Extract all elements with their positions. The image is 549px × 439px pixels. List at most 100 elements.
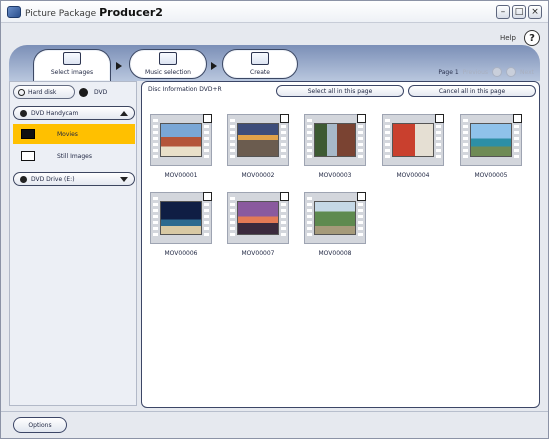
thumbnail-checkbox[interactable] (203, 192, 212, 201)
dvd-handycam-dropdown[interactable]: DVD Handycam (13, 106, 135, 120)
dvd-icon (79, 87, 88, 97)
movie-icon (21, 129, 35, 139)
disc-icon (20, 109, 27, 117)
film-perforation (153, 119, 158, 161)
thumbnail-label: MOV00005 (474, 172, 508, 179)
tab-label: Music selection (145, 69, 191, 76)
caret-up-icon (120, 111, 128, 116)
thumbnail-item[interactable] (150, 114, 212, 166)
step-arrow-icon (116, 62, 122, 70)
options-button[interactable]: Options (13, 417, 67, 433)
film-perforation (281, 119, 286, 161)
tab-select-images[interactable]: Select images (33, 49, 111, 81)
sidebar-item-movies[interactable]: Movies (13, 124, 135, 144)
caret-down-icon (120, 177, 128, 182)
film-perforation (514, 119, 519, 161)
movie-thumbnail-image (314, 201, 356, 235)
film-perforation (204, 197, 209, 239)
disc-icon (20, 175, 27, 183)
film-perforation (463, 119, 468, 161)
still-image-icon (21, 151, 35, 161)
thumbnail-item[interactable] (227, 192, 289, 244)
previous-page-button[interactable] (492, 67, 503, 77)
thumbnail-item[interactable] (150, 192, 212, 244)
thumbnail-item[interactable] (304, 114, 366, 166)
sidebar-item-label: Movies (57, 130, 78, 138)
title-bold: Producer2 (99, 6, 163, 19)
select-all-button[interactable]: Select all in this page (276, 85, 404, 97)
create-icon (251, 52, 269, 65)
thumbnail-item[interactable] (460, 114, 522, 166)
thumbnail-item[interactable] (227, 114, 289, 166)
thumbnail-item[interactable] (304, 192, 366, 244)
cancel-all-button[interactable]: Cancel all in this page (408, 85, 536, 97)
thumbnail-item[interactable] (382, 114, 444, 166)
title-prefix: Picture Package (25, 9, 97, 19)
previous-label: Previous (462, 68, 489, 76)
source-sidebar: Hard disk DVD DVD Handycam Movies Still … (9, 81, 137, 406)
app-icon (7, 6, 21, 18)
dvd-drive-dropdown[interactable]: DVD Drive (E:) (13, 172, 135, 186)
thumbnail-checkbox[interactable] (203, 114, 212, 123)
film-perforation (307, 197, 312, 239)
thumbnail-label: MOV00001 (164, 172, 198, 179)
thumbnail-checkbox[interactable] (280, 192, 289, 201)
tab-create[interactable]: Create (222, 49, 298, 79)
thumbnail-checkbox[interactable] (357, 192, 366, 201)
movie-thumbnail-image (392, 123, 434, 157)
window-title: Picture Package Producer2 (25, 6, 163, 19)
movie-thumbnail-image (314, 123, 356, 157)
thumbnail-label: MOV00002 (241, 172, 275, 179)
close-button[interactable]: × (528, 5, 542, 19)
thumbnail-label: MOV00004 (396, 172, 430, 179)
film-perforation (307, 119, 312, 161)
page-label: Page 1 (438, 68, 459, 76)
pager: Page 1 Previous Next (438, 67, 534, 77)
dvd-label: DVD (94, 88, 108, 96)
disc-info: Disc Information DVD+R (148, 86, 222, 93)
minimize-button[interactable]: – (496, 5, 510, 19)
window-controls: – □ × (496, 5, 542, 19)
sidebar-item-still-images[interactable]: Still Images (13, 146, 135, 166)
tab-music-selection[interactable]: Music selection (129, 49, 207, 79)
movie-thumbnail-image (160, 201, 202, 235)
help-area: Help ? (500, 30, 540, 46)
tab-label: Select images (50, 69, 94, 76)
restore-button[interactable]: □ (512, 5, 526, 19)
film-perforation (358, 119, 363, 161)
thumbnail-label: MOV00003 (318, 172, 352, 179)
movie-thumbnail-image (160, 123, 202, 157)
harddisk-icon (18, 88, 25, 96)
select-images-icon (63, 52, 81, 65)
next-label: Next (520, 68, 534, 76)
film-perforation (281, 197, 286, 239)
thumbnail-panel: Disc Information DVD+R Select all in thi… (141, 81, 540, 408)
thumbnail-checkbox[interactable] (435, 114, 444, 123)
film-perforation (436, 119, 441, 161)
film-perforation (385, 119, 390, 161)
film-perforation (204, 119, 209, 161)
tab-label: Create (250, 69, 270, 76)
movie-thumbnail-image (470, 123, 512, 157)
movie-thumbnail-image (237, 123, 279, 157)
thumbnail-checkbox[interactable] (513, 114, 522, 123)
dvd-radio[interactable]: DVD (79, 87, 108, 97)
film-perforation (153, 197, 158, 239)
thumbnail-checkbox[interactable] (280, 114, 289, 123)
music-selection-icon (159, 52, 177, 65)
help-link[interactable]: Help (500, 34, 516, 42)
title-bar: Picture Package Producer2 – □ × (1, 1, 548, 23)
thumbnail-checkbox[interactable] (357, 114, 366, 123)
next-page-button[interactable] (506, 67, 517, 77)
help-icon[interactable]: ? (524, 30, 540, 46)
app-window: Picture Package Producer2 – □ × Help ? Se… (0, 0, 549, 439)
hard-disk-label: Hard disk (28, 88, 57, 96)
source-selector: Hard disk DVD (13, 85, 107, 99)
bottom-bar: Options (1, 411, 548, 438)
hard-disk-button[interactable]: Hard disk (13, 85, 75, 99)
sidebar-item-label: Still Images (57, 152, 92, 160)
thumbnail-label: MOV00008 (318, 250, 352, 257)
dvd-drive-label: DVD Drive (E:) (31, 175, 75, 183)
film-perforation (230, 119, 235, 161)
movie-thumbnail-image (237, 201, 279, 235)
